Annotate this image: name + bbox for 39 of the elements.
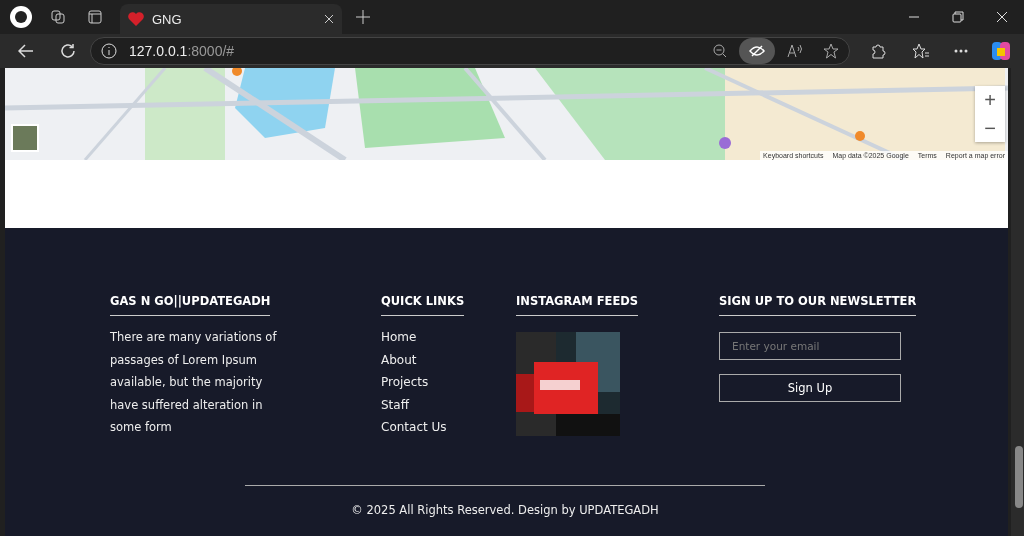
footer-heading: QUICK LINKS: [381, 294, 465, 316]
zoom-out-button[interactable]: −: [975, 114, 1005, 142]
reload-icon[interactable]: [60, 43, 76, 59]
read-aloud-icon[interactable]: [787, 44, 803, 58]
tracking-prevention-button[interactable]: [739, 38, 775, 64]
zoom-out-icon[interactable]: [713, 44, 727, 58]
tab-actions-icon[interactable]: [88, 10, 102, 24]
close-icon[interactable]: [996, 11, 1008, 23]
heart-icon: [128, 11, 144, 27]
extensions-icon[interactable]: [870, 43, 886, 59]
more-icon[interactable]: [954, 49, 968, 53]
footer-heading: GAS N GO||UPDATEGADH: [110, 294, 271, 316]
info-icon[interactable]: [101, 43, 117, 59]
browser-tab[interactable]: GNG: [120, 4, 342, 34]
back-icon[interactable]: [18, 44, 34, 58]
about-text: There are many variations of passages of Lorem Ipsum available, but the majority have suffered alteration in some form: [110, 329, 278, 436]
footer-link[interactable]: About: [381, 348, 516, 371]
eye-slash-icon: [749, 45, 765, 57]
favorites-icon[interactable]: [912, 43, 930, 59]
email-field[interactable]: Enter your email: [719, 332, 901, 360]
footer-link[interactable]: Home: [381, 326, 516, 349]
copyright-text: © 2025 All Rights Reserved. Design by UPDATEGADH: [245, 484, 765, 517]
workspaces-icon[interactable]: [50, 9, 66, 25]
footer-link[interactable]: Staff: [381, 393, 516, 416]
new-tab-icon[interactable]: [356, 10, 370, 24]
map-layer-thumbnail[interactable]: [11, 124, 39, 152]
scrollbar[interactable]: [1011, 68, 1024, 536]
zoom-in-button[interactable]: +: [975, 86, 1005, 114]
footer-heading: SIGN UP TO OUR NEWSLETTER: [719, 294, 917, 316]
footer-heading: INSTAGRAM FEEDS: [516, 294, 639, 316]
restore-icon[interactable]: [952, 11, 964, 23]
footer-link[interactable]: Contact Us: [381, 416, 516, 439]
copilot-icon[interactable]: [990, 40, 1012, 62]
star-icon[interactable]: [823, 43, 839, 59]
sign-up-button[interactable]: Sign Up: [719, 374, 901, 402]
profile-icon[interactable]: [10, 6, 32, 28]
close-icon[interactable]: [324, 14, 334, 24]
footer-link[interactable]: Projects: [381, 371, 516, 394]
address-field[interactable]: 127.0.0.1:8000/#: [129, 43, 235, 59]
